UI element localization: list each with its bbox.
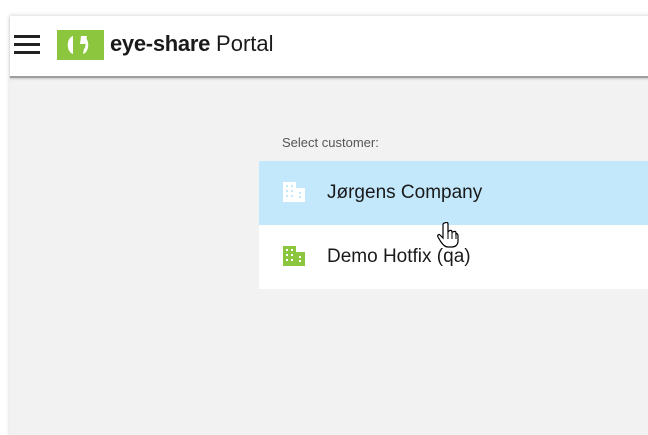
app-brand: eye-share Portal (110, 31, 274, 57)
customer-name: Jørgens Company (327, 182, 483, 203)
brand-name: eye-share (110, 31, 211, 56)
building-icon (283, 246, 305, 266)
customer-name: Demo Hotfix (qa) (327, 246, 471, 267)
hand-pointer-cursor-icon (437, 222, 459, 248)
brand-suffix: Portal (216, 31, 274, 56)
customer-item-jorgens-company[interactable]: Jørgens Company (259, 161, 648, 225)
app-header: eye-share Portal (10, 16, 648, 78)
select-customer-label: Select customer: (282, 135, 379, 150)
building-icon (283, 182, 305, 202)
eye-share-logo-icon (57, 30, 104, 60)
hamburger-menu-icon[interactable] (14, 35, 40, 55)
